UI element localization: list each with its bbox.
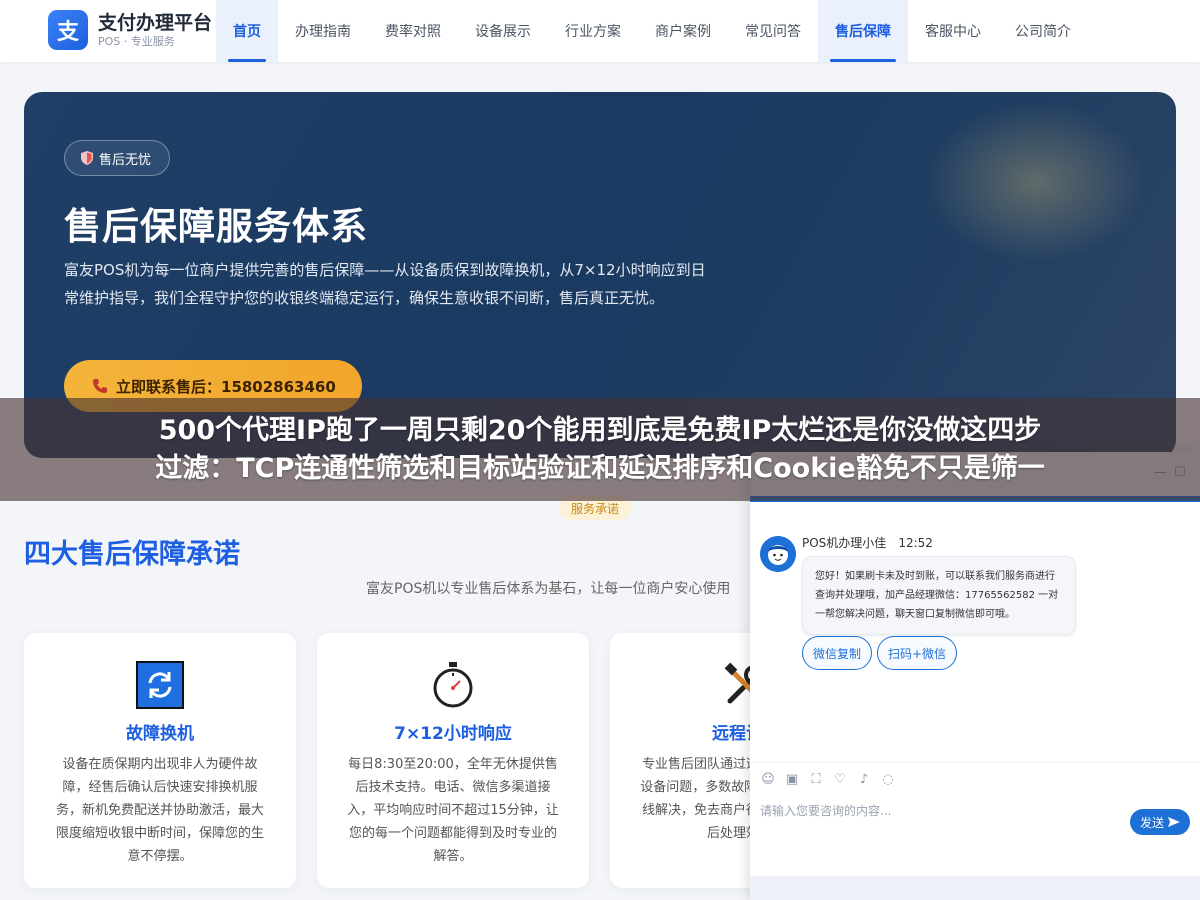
chat-toolbar: ☺ ▣ ⛶ ♡ ♪ ◌ <box>750 762 1200 796</box>
card-text: 每日8:30至20:00，全年无休提供售后技术支持。电话、微信多渠道接入，平均响… <box>347 757 559 864</box>
nav-rates[interactable]: 费率对照 <box>368 0 458 62</box>
section-title: 四大售后保障承诺 <box>24 539 240 570</box>
main-nav: 首页 办理指南 费率对照 设备展示 行业方案 商户案例 常见问答 售后保障 客服… <box>216 0 1088 62</box>
brand-subtitle: POS · 专业服务 <box>98 35 175 48</box>
stopwatch-icon <box>433 662 473 708</box>
quick-reply-scan-wechat[interactable]: 扫码+微信 <box>877 636 958 670</box>
refresh-icon <box>136 661 184 709</box>
nav-faq[interactable]: 常见问答 <box>728 0 818 62</box>
chat-input[interactable]: 请输入您要咨询的内容... <box>760 802 891 819</box>
voice-icon[interactable]: ♪ <box>856 772 872 788</box>
message-time: 12:52 <box>898 536 933 550</box>
nav-home[interactable]: 首页 <box>216 0 278 62</box>
screenshot-icon[interactable]: ⛶ <box>808 772 824 788</box>
brand-icon: 支 <box>48 10 88 50</box>
hero-badge: 售后无忧 <box>64 140 171 176</box>
chat-footer <box>750 876 1200 900</box>
nav-cases[interactable]: 商户案例 <box>638 0 728 62</box>
image-icon[interactable]: ▣ <box>784 772 800 788</box>
card-text: 设备在质保期内出现非人为硬件故障，经售后确认后快速安排换机服务，新机免费配送并协… <box>55 757 264 864</box>
brand-logo[interactable]: 支 支付办理平台 POS · 专业服务 <box>48 10 212 50</box>
emoji-icon[interactable]: ☺ <box>760 772 776 788</box>
phone-icon <box>93 379 107 393</box>
overlay-line-1: 500个代理IP跑了一周只剩20个能用到底是免费IP太烂还是你没做这四步 <box>158 414 1042 446</box>
nav-solutions[interactable]: 行业方案 <box>548 0 638 62</box>
site-header: 支 支付办理平台 POS · 专业服务 首页 办理指南 费率对照 设备展示 行业… <box>0 0 1200 62</box>
card-title: 7×12小时响应 <box>394 724 512 744</box>
chat-widget: — ☐ POS机办理小佳12:52 您好！如果刷卡未及时到账，可以联系我们服务商… <box>750 452 1200 900</box>
promise-card: 7×12小时响应 每日8:30至20:00，全年无休提供售后技术支持。电话、微信… <box>317 633 589 888</box>
brand-title: 支付办理平台 <box>98 12 213 34</box>
agent-avatar <box>760 536 796 572</box>
contact-button-label: 立即联系售后：15802863460 <box>116 377 336 396</box>
hero-description: 富友POS机为每一位商户提供完善的售后保障——从设备质保到故障换机，从7×12小… <box>64 261 706 307</box>
nav-about[interactable]: 公司简介 <box>998 0 1088 62</box>
nav-support[interactable]: 客服中心 <box>908 0 998 62</box>
send-icon <box>1168 817 1180 827</box>
nav-devices[interactable]: 设备展示 <box>458 0 548 62</box>
send-button-label: 发送 <box>1139 815 1164 830</box>
chat-messages: POS机办理小佳 12:52 您好！如果刷卡未及时到账，可以联系我们服务商进行查询… <box>750 508 1200 760</box>
chat-bubble-icon[interactable]: ◌ <box>880 772 896 788</box>
like-icon[interactable]: ♡ <box>832 772 848 788</box>
agent-name: POS机办理小佳 12:52 <box>802 536 933 550</box>
section-subtitle: 富友POS机以专业售后体系为基石，让每一位商户安心使用 <box>366 581 731 597</box>
hero-badge-label: 售后无忧 <box>99 152 152 168</box>
hero-title: 售后保障服务体系 <box>64 205 368 248</box>
nav-guide[interactable]: 办理指南 <box>278 0 368 62</box>
promise-card: 故障换机 设备在质保期内出现非人为硬件故障，经售后确认后快速安排换机服务，新机免… <box>24 633 296 888</box>
message-bubble: 您好！如果刷卡未及时到账，可以联系我们服务商进行查询并处理哦，加产品经理微信：1… <box>802 556 1076 635</box>
send-button[interactable]: 发送 <box>1130 809 1190 835</box>
card-title: 故障换机 <box>126 724 194 744</box>
quick-reply-copy-wechat[interactable]: 微信复制 <box>802 636 873 670</box>
hero-glow <box>926 102 1146 262</box>
overlay-line-2: 过滤：TCP连通性筛选和目标站验证和延迟排序和Cookie豁免不只是筛一 <box>155 452 1045 484</box>
overlay-caption: 500个代理IP跑了一周只剩20个能用到底是免费IP太烂还是你没做这四步 过滤：… <box>0 398 1200 501</box>
shield-icon <box>81 151 93 165</box>
nav-after-sales[interactable]: 售后保障 <box>818 0 908 62</box>
